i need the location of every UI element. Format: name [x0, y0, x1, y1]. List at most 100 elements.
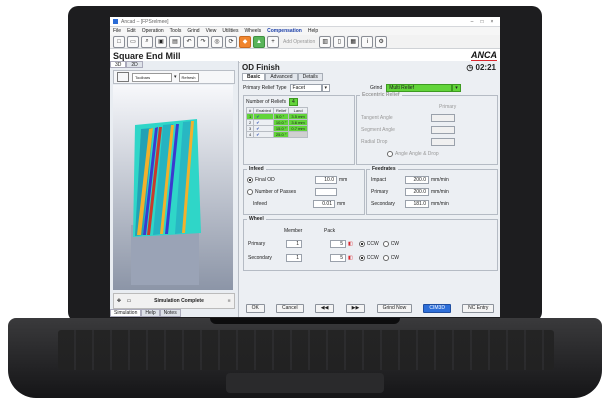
search-icon[interactable]: ⌕ [141, 35, 153, 48]
menu-operation[interactable]: Operation [142, 28, 164, 34]
minimize-icon[interactable]: – [467, 19, 477, 25]
maximize-icon[interactable]: □ [477, 19, 487, 25]
cim3d-button[interactable]: CIM3D [423, 304, 451, 313]
enabled-checkbox[interactable]: ✔ [253, 131, 274, 138]
angle-options-label: Angle Angle & Drop [395, 151, 439, 157]
impact-field[interactable]: 200.0 [405, 176, 429, 184]
chevron-down-icon[interactable]: ▾ [321, 84, 331, 92]
view-controls: Toolbars ▾ Refresh [113, 70, 235, 84]
secondary-feed-field[interactable]: 181.0 [405, 200, 429, 208]
land-cell[interactable]: 3.5 mm [288, 113, 308, 120]
grind-icon[interactable]: ▲ [253, 35, 265, 48]
chevron-down-icon[interactable]: ▾ [174, 74, 177, 80]
close-icon[interactable]: × [487, 19, 497, 25]
rotate-icon[interactable]: ⟳ [225, 35, 237, 48]
cancel-button[interactable]: Cancel [276, 304, 304, 313]
previous-button[interactable]: ◀◀ [314, 304, 335, 313]
chevron-down-icon[interactable]: ▾ [452, 84, 461, 92]
zoom-icon[interactable]: ◎ [211, 35, 223, 48]
measure-icon[interactable]: ▦ [347, 35, 360, 48]
add-operation-icon[interactable]: + [267, 35, 279, 48]
land-cell[interactable]: 0.7 mm [288, 125, 308, 132]
operation-panel: OD Finish ◷ 02:21 Basic Advanced Details… [240, 61, 500, 317]
land-cell[interactable]: 3.6 mm [288, 119, 308, 126]
view-select[interactable]: Toolbars [132, 72, 172, 82]
next-button[interactable]: ▶▶ [345, 304, 366, 313]
save-icon[interactable]: ▣ [155, 35, 167, 48]
number-of-passes-radio[interactable] [247, 189, 253, 195]
secondary-pack-field[interactable]: 5 [330, 254, 346, 262]
tab-help[interactable]: Help [141, 309, 160, 317]
number-of-passes-field[interactable] [315, 188, 337, 196]
wheel-secondary-label: Secondary [248, 255, 272, 261]
title-bar: Ancad – [FPSrelmee] – □ × [110, 17, 500, 27]
tab-details[interactable]: Details [297, 73, 323, 81]
primary-feed-field[interactable]: 200.0 [405, 188, 429, 196]
primary-ccw-radio[interactable] [358, 241, 365, 247]
primary-cw-radio[interactable] [382, 241, 389, 247]
table-row[interactable]: 1 ✔ 5.0 ° 3.5 mm [245, 113, 308, 120]
tab-3d[interactable]: 3D [110, 61, 127, 68]
primary-member-field[interactable]: 1 [286, 240, 302, 248]
open-file-icon[interactable]: ▭ [127, 35, 139, 48]
secondary-ccw-radio[interactable] [358, 255, 365, 261]
primary-relief-type-select[interactable]: Facet [289, 84, 322, 92]
menu-help[interactable]: Help [308, 28, 318, 34]
grind-select[interactable]: Multi Relief [386, 84, 453, 92]
table-row[interactable]: 4 ✔ 25.0 ° [245, 131, 308, 138]
menu-file[interactable]: File [113, 28, 121, 34]
app-window: Ancad – [FPSrelmee] – □ × File Edit Oper… [110, 17, 500, 317]
refresh-button[interactable]: Refresh [178, 72, 199, 82]
menu-grind[interactable]: Grind [187, 28, 199, 34]
redo-icon[interactable]: ↷ [197, 35, 209, 48]
tab-2d[interactable]: 2D [126, 61, 143, 68]
secondary-cw-radio[interactable] [382, 255, 389, 261]
relief-cell[interactable]: 25.0 ° [272, 131, 290, 138]
eccentric-relief-title: Eccentric Relief [360, 92, 402, 98]
final-od-field[interactable]: 10.0 [315, 176, 337, 184]
secondary-member-field[interactable]: 1 [286, 254, 302, 262]
table-row[interactable]: 2 ✔ 10.0 ° 3.6 mm [245, 119, 308, 126]
grind-now-button[interactable]: Grind Now [376, 304, 413, 313]
tab-simulation[interactable]: Simulation [110, 309, 142, 317]
infeed-field[interactable]: 0.01 [313, 200, 335, 208]
menu-compensation[interactable]: Compensation [267, 28, 302, 34]
tool-icon[interactable]: ▥ [319, 35, 332, 48]
settings-icon[interactable]: ⚙ [375, 35, 388, 48]
wheel-icon[interactable]: ◧ [348, 241, 353, 247]
tab-advanced[interactable]: Advanced [265, 73, 298, 81]
menu-utilities[interactable]: Utilities [222, 28, 238, 34]
anca-logo: ANCA [471, 49, 497, 62]
home-view-icon[interactable] [117, 72, 129, 82]
info-icon[interactable]: i [361, 35, 374, 48]
ok-button[interactable]: OK [245, 304, 265, 313]
move-icon[interactable]: ✥ [114, 298, 124, 304]
stop-icon[interactable]: ■ [224, 298, 234, 304]
tab-notes[interactable]: Notes [159, 309, 181, 317]
new-file-icon[interactable]: □ [113, 35, 125, 48]
undo-icon[interactable]: ↶ [183, 35, 195, 48]
wheel-icon[interactable]: ◆ [239, 35, 251, 48]
primary-feed-label: Primary [371, 189, 389, 195]
menu-wheels[interactable]: Wheels [244, 28, 261, 34]
primary-cw-label: CW [390, 241, 400, 247]
primary-pack-field[interactable]: 5 [330, 240, 346, 248]
wheel-icon[interactable]: ◧ [348, 255, 353, 261]
document-icon[interactable]: ▯ [333, 35, 346, 48]
camera-icon[interactable]: ▭ [124, 298, 134, 304]
menu-view[interactable]: View [206, 28, 217, 34]
secondary-feed-unit: mm/min [431, 201, 449, 207]
save-as-icon[interactable]: ▤ [169, 35, 181, 48]
table-row[interactable]: 3 ✔ 15.0 ° 0.7 mm [245, 125, 308, 132]
page-title: Square End Mill [113, 50, 181, 61]
land-cell[interactable] [288, 131, 308, 138]
tab-basic[interactable]: Basic [242, 73, 266, 81]
nc-entry-button[interactable]: NC Entry [462, 304, 495, 313]
number-of-reliefs-field[interactable]: 4 [289, 98, 298, 106]
wheel-primary-label: Primary [248, 241, 266, 247]
add-operation-button[interactable]: Add Operation [283, 39, 315, 45]
final-od-radio[interactable] [247, 177, 253, 183]
3d-viewport[interactable] [113, 85, 233, 290]
menu-tools[interactable]: Tools [170, 28, 182, 34]
menu-edit[interactable]: Edit [127, 28, 136, 34]
